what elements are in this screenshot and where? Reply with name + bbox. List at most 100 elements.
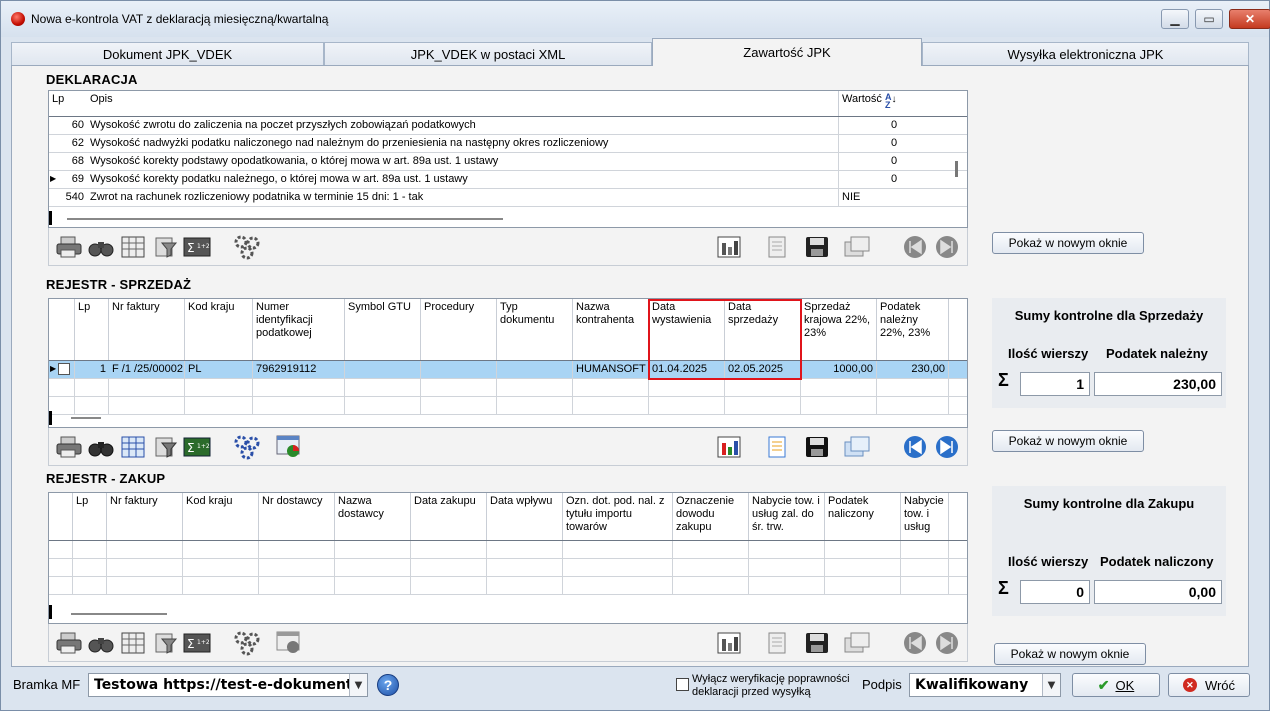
save-icon[interactable] bbox=[803, 434, 831, 460]
row-checkbox[interactable] bbox=[58, 363, 70, 375]
zakup-grid[interactable]: Lp Nr faktury Kod kraju Nr dostawcy Nazw… bbox=[48, 492, 968, 624]
spreadsheet-icon[interactable] bbox=[763, 234, 791, 260]
tab-zawartosc-jpk[interactable]: Zawartość JPK bbox=[652, 38, 922, 66]
gears-icon[interactable] bbox=[233, 434, 261, 460]
window-chart-icon[interactable] bbox=[275, 434, 303, 460]
windows-icon[interactable] bbox=[843, 630, 871, 656]
tab-dokument-jpk-vdek[interactable]: Dokument JPK_VDEK bbox=[11, 42, 324, 66]
table-grid-icon[interactable] bbox=[119, 234, 147, 260]
last-record-icon[interactable] bbox=[933, 234, 961, 260]
sum-icon[interactable]: Σ 1+2 bbox=[183, 234, 211, 260]
col-nazwa-dostawcy[interactable]: Nazwa dostawcy bbox=[335, 493, 411, 540]
col-nip[interactable]: Numer identyfikacji podatkowej bbox=[253, 299, 345, 360]
col-nr-faktury[interactable]: Nr faktury bbox=[107, 493, 183, 540]
svg-text:1+2: 1+2 bbox=[197, 639, 210, 646]
table-grid-icon[interactable] bbox=[119, 434, 147, 460]
horizontal-scrollbar[interactable] bbox=[67, 218, 503, 220]
col-sprzedaz-krajowa[interactable]: Sprzedaż krajowa 22%, 23% bbox=[801, 299, 877, 360]
sum-icon[interactable]: Σ 1+2 bbox=[183, 434, 211, 460]
binoculars-icon[interactable] bbox=[87, 234, 115, 260]
sprzedaz-show-new-window-button[interactable]: Pokaż w nowym oknie bbox=[992, 430, 1144, 452]
table-row[interactable]: 540 Zwrot na rachunek rozliczeniowy poda… bbox=[49, 189, 967, 207]
col-nabycie[interactable]: Nabycie tow. i usług bbox=[901, 493, 949, 540]
gears-icon[interactable] bbox=[233, 234, 261, 260]
binoculars-icon[interactable] bbox=[87, 434, 115, 460]
col-dowod-zakupu[interactable]: Oznaczenie dowodu zakupu bbox=[673, 493, 749, 540]
col-kontrahent[interactable]: Nazwa kontrahenta bbox=[573, 299, 649, 360]
col-lp[interactable]: Lp bbox=[73, 493, 107, 540]
col-data-zakupu[interactable]: Data zakupu bbox=[411, 493, 487, 540]
verify-checkbox[interactable] bbox=[676, 678, 689, 691]
vertical-scrollbar[interactable] bbox=[955, 161, 958, 177]
sprzedaz-grid[interactable]: Lp Nr faktury Kod kraju Numer identyfika… bbox=[48, 298, 968, 428]
tab-wysylka-elektroniczna[interactable]: Wysyłka elektroniczna JPK bbox=[922, 42, 1249, 66]
col-import[interactable]: Ozn. dot. pod. nal. z tytułu importu tow… bbox=[563, 493, 673, 540]
windows-icon[interactable] bbox=[843, 234, 871, 260]
col-typ-dokumentu[interactable]: Typ dokumentu bbox=[497, 299, 573, 360]
table-row[interactable]: 62 Wysokość nadwyżki podatku naliczonego… bbox=[49, 135, 967, 153]
filter-icon[interactable] bbox=[151, 630, 179, 656]
help-button[interactable]: ? bbox=[377, 674, 399, 696]
gears-icon[interactable] bbox=[233, 630, 261, 656]
table-row[interactable]: ▶ 69 Wysokość korekty podatku należnego,… bbox=[49, 171, 967, 189]
deklaracja-show-new-window-button[interactable]: Pokaż w nowym oknie bbox=[992, 232, 1144, 254]
col-podatek-naliczony[interactable]: Podatek naliczony bbox=[825, 493, 901, 540]
spreadsheet-icon[interactable] bbox=[763, 434, 791, 460]
col-wartosc[interactable]: Wartość A Z↓ bbox=[839, 91, 949, 116]
first-record-icon[interactable] bbox=[901, 434, 929, 460]
horizontal-scrollbar[interactable] bbox=[71, 613, 167, 615]
printer-icon[interactable] bbox=[55, 234, 83, 260]
podpis-select[interactable]: Kwalifikowany ▼ bbox=[909, 673, 1061, 697]
save-icon[interactable] bbox=[803, 234, 831, 260]
col-nr-faktury[interactable]: Nr faktury bbox=[109, 299, 185, 360]
col-lp[interactable]: Lp bbox=[49, 91, 87, 116]
chart-icon[interactable] bbox=[715, 630, 743, 656]
printer-icon[interactable] bbox=[55, 630, 83, 656]
spreadsheet-icon[interactable] bbox=[763, 630, 791, 656]
tab-jpk-vdek-xml[interactable]: JPK_VDEK w postaci XML bbox=[324, 42, 652, 66]
filter-icon[interactable] bbox=[151, 434, 179, 460]
deklaracja-grid[interactable]: Lp Opis Wartość A Z↓ 60 Wysokość zwrotu d… bbox=[48, 90, 968, 228]
zakup-show-new-window-button[interactable]: Pokaż w nowym oknie bbox=[994, 643, 1146, 665]
printer-icon[interactable] bbox=[55, 434, 83, 460]
chart-icon[interactable] bbox=[715, 234, 743, 260]
filter-icon[interactable] bbox=[151, 234, 179, 260]
horizontal-scrollbar[interactable] bbox=[71, 417, 101, 419]
windows-icon[interactable] bbox=[843, 434, 871, 460]
back-button[interactable]: ✕ Wróć bbox=[1168, 673, 1250, 697]
col-podatek-nalezny[interactable]: Podatek należny 22%, 23% bbox=[877, 299, 949, 360]
first-record-icon[interactable] bbox=[901, 234, 929, 260]
close-button[interactable]: ✕ bbox=[1229, 9, 1270, 29]
svg-text:1+2: 1+2 bbox=[197, 243, 210, 250]
last-record-icon[interactable] bbox=[933, 434, 961, 460]
ok-button[interactable]: ✔ OK bbox=[1072, 673, 1160, 697]
col-lp[interactable]: Lp bbox=[75, 299, 109, 360]
col-nr-dostawcy[interactable]: Nr dostawcy bbox=[259, 493, 335, 540]
col-data-wplywu[interactable]: Data wpływu bbox=[487, 493, 563, 540]
sigma-icon: Σ bbox=[998, 370, 1009, 390]
zakup-sums-col-tax: Podatek naliczony bbox=[1100, 554, 1214, 569]
bramka-select[interactable]: Testowa https://test-e-dokumenty.mf.gov.… bbox=[88, 673, 368, 697]
chart-icon[interactable] bbox=[715, 434, 743, 460]
table-row[interactable]: 60 Wysokość zwrotu do zaliczenia na pocz… bbox=[49, 117, 967, 135]
col-kod-kraju[interactable]: Kod kraju bbox=[185, 299, 253, 360]
col-srodki-trwale[interactable]: Nabycie tow. i usług zal. do śr. trw. bbox=[749, 493, 825, 540]
binoculars-icon[interactable] bbox=[87, 630, 115, 656]
col-kod-kraju[interactable]: Kod kraju bbox=[183, 493, 259, 540]
window-chart-icon[interactable] bbox=[275, 630, 303, 656]
first-record-icon[interactable] bbox=[901, 630, 929, 656]
table-row[interactable]: ▶ 1 F /1 /25/00002 PL 7962919112 HUMANSO… bbox=[49, 361, 967, 379]
minimize-button[interactable]: ▁ bbox=[1161, 9, 1189, 29]
col-procedury[interactable]: Procedury bbox=[421, 299, 497, 360]
sprzedaz-sum-count: 1 bbox=[1020, 372, 1090, 396]
table-grid-icon[interactable] bbox=[119, 630, 147, 656]
sum-icon[interactable]: Σ 1+2 bbox=[183, 630, 211, 656]
save-icon[interactable] bbox=[803, 630, 831, 656]
maximize-button[interactable]: ▭ bbox=[1195, 9, 1223, 29]
col-opis[interactable]: Opis bbox=[87, 91, 839, 116]
cell-nr-faktury: F /1 /25/00002 bbox=[109, 361, 185, 378]
table-row[interactable]: 68 Wysokość korekty podstawy opodatkowan… bbox=[49, 153, 967, 171]
cell-checkbox bbox=[49, 361, 75, 378]
col-gtu[interactable]: Symbol GTU bbox=[345, 299, 421, 360]
last-record-icon[interactable] bbox=[933, 630, 961, 656]
